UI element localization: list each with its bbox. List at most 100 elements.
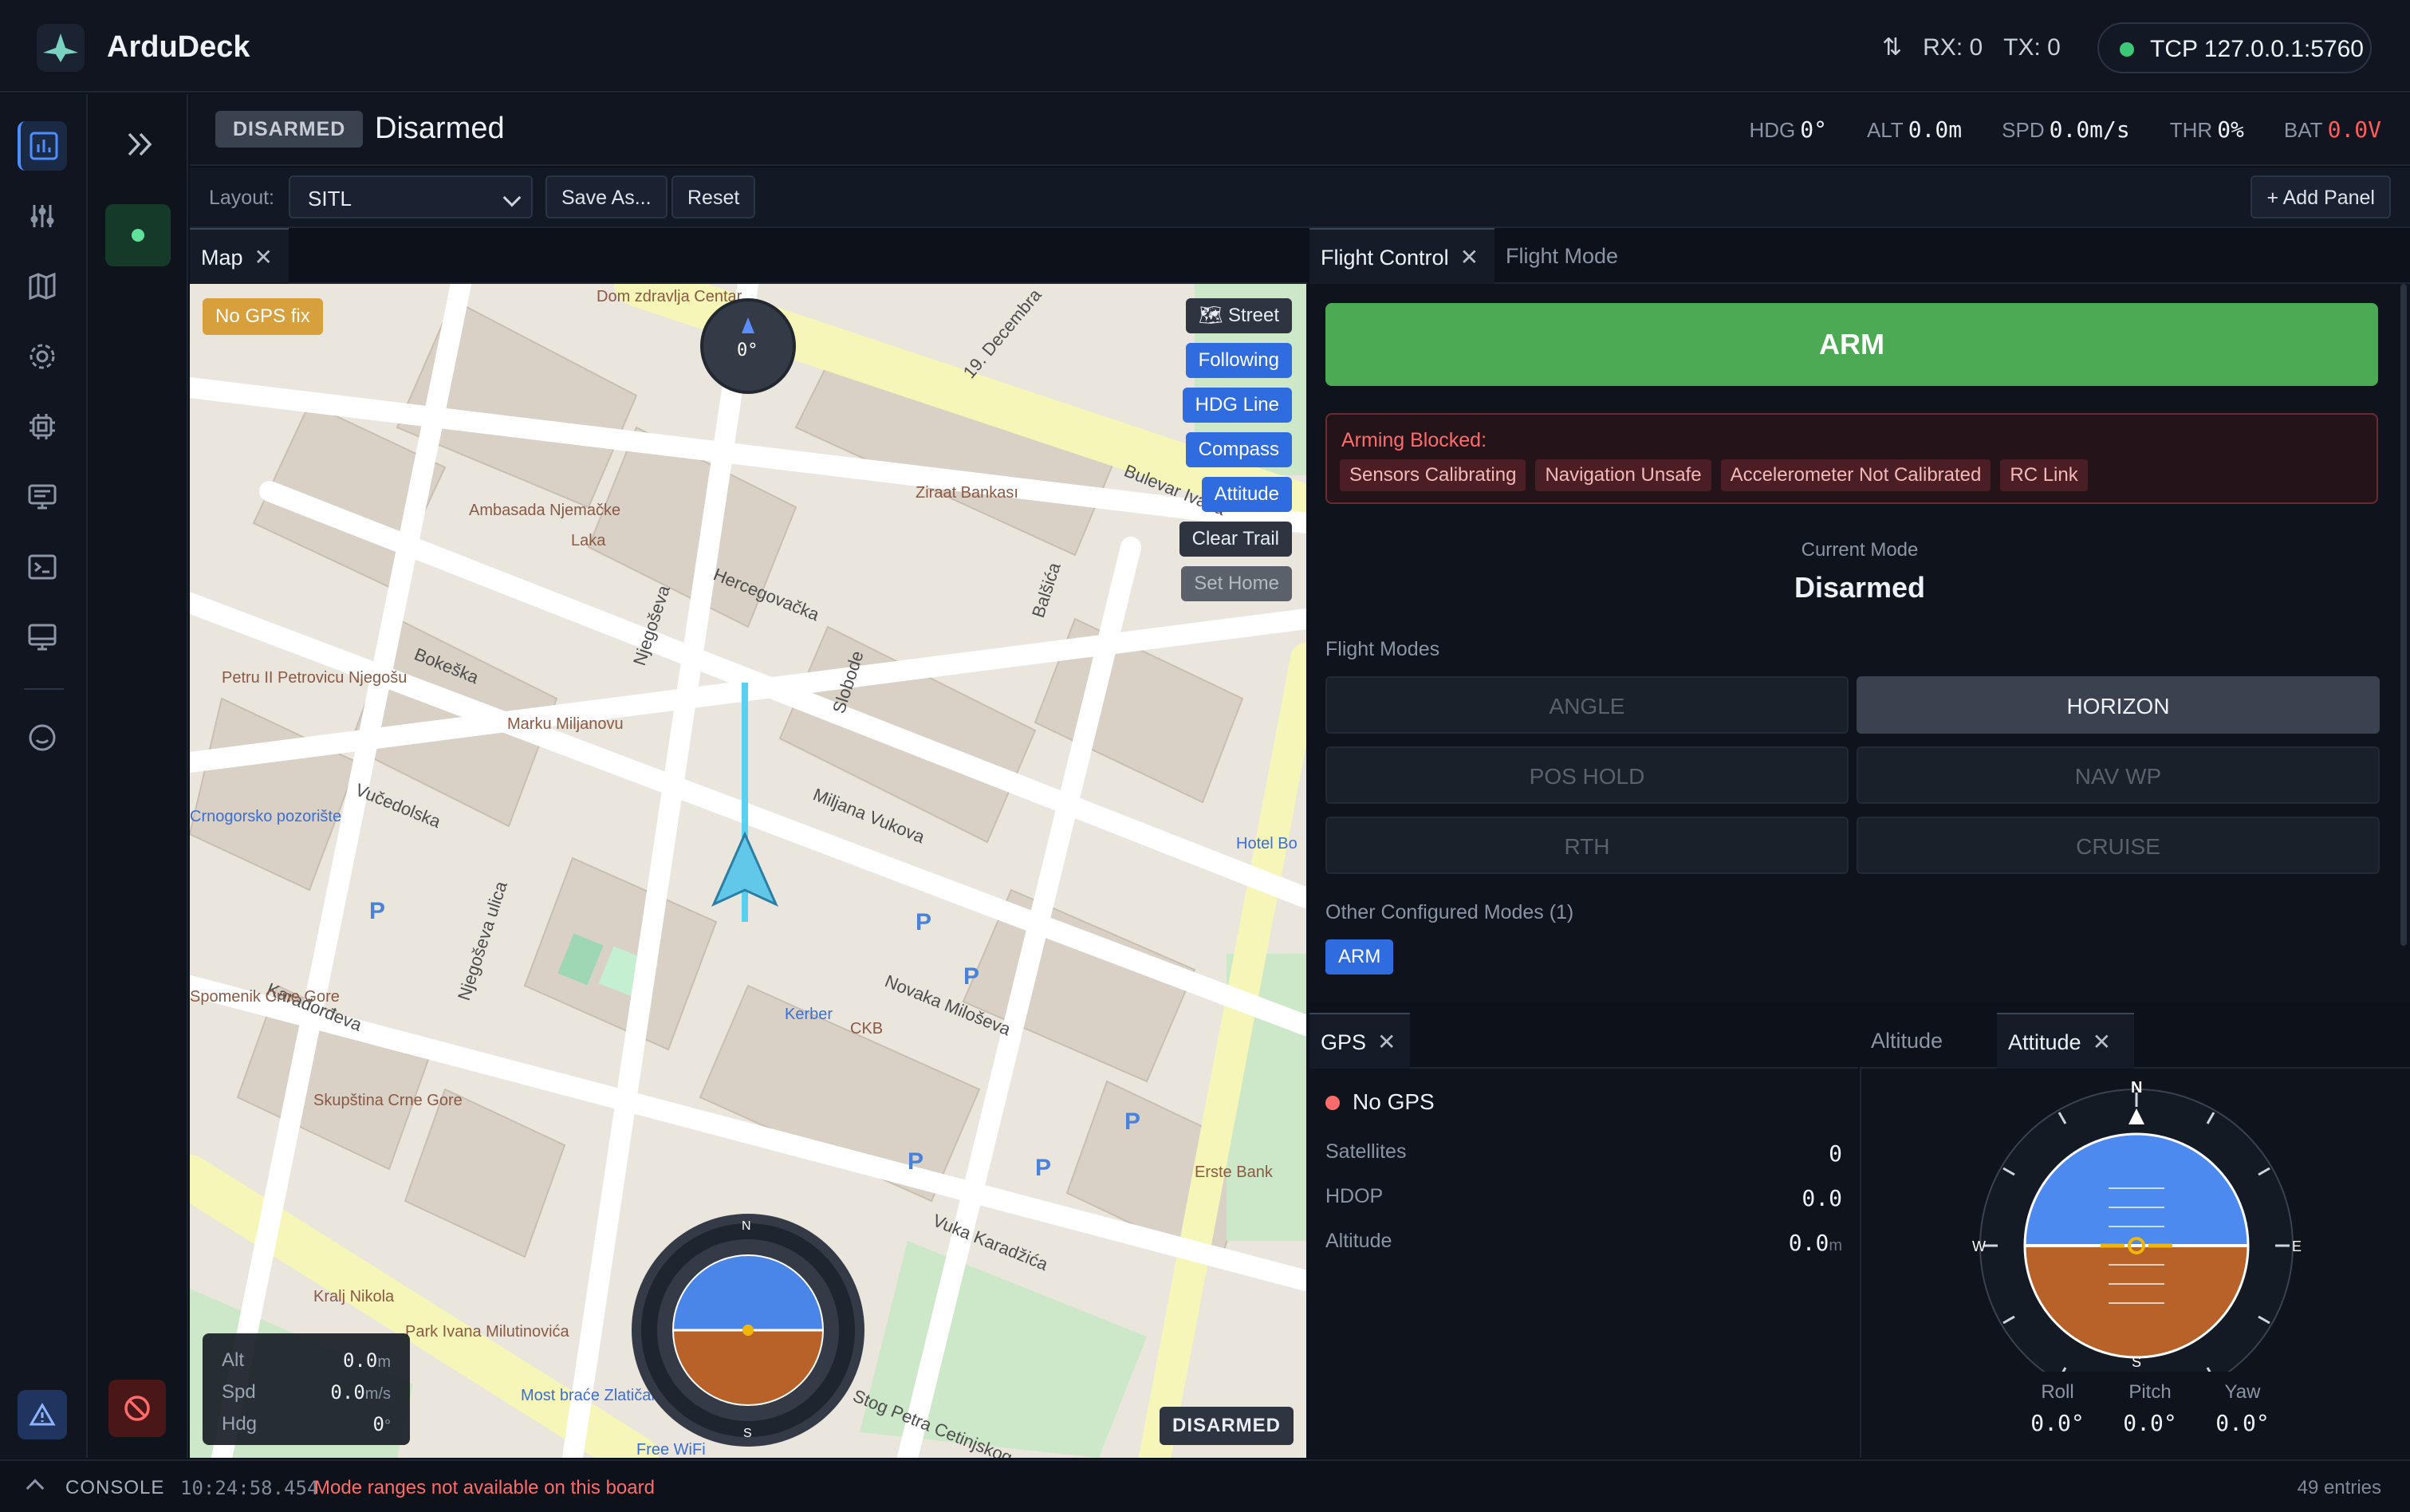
gear-icon[interactable] (18, 332, 67, 381)
tab-flight-mode[interactable]: Flight Mode (1494, 228, 1678, 284)
alt-stat: Alt 0.0m (222, 1349, 391, 1372)
set-home-button[interactable]: Set Home (1181, 566, 1292, 601)
scrollbar[interactable] (2400, 284, 2407, 946)
telemetry-readout: HDG 0° ALT 0.0m SPD 0.0m/s THR 0% BAT 0.0V (1749, 116, 2381, 143)
save-as-button[interactable]: Save As... (545, 175, 667, 219)
chevron-up-icon[interactable] (26, 1479, 45, 1498)
following-toggle[interactable]: Following (1185, 343, 1292, 378)
tab-map[interactable]: Map ✕ (190, 228, 289, 284)
svg-text:P: P (908, 1148, 923, 1175)
gps-altitude-row: Altitude 0.0m (1325, 1230, 1842, 1256)
svg-text:N: N (742, 1219, 751, 1233)
svg-text:S: S (743, 1427, 752, 1440)
layout-select[interactable]: SITL (289, 175, 533, 219)
map-icon[interactable] (18, 262, 67, 311)
street-map: Hercegovačka Bokeška Vučedolska Slobode … (190, 284, 1306, 1458)
close-icon[interactable]: ✕ (254, 245, 273, 270)
add-panel-button[interactable]: + Add Panel (2251, 175, 2391, 219)
mode-pos-hold-button[interactable]: POS HOLD (1325, 746, 1849, 804)
status-dot-icon (1325, 1096, 1340, 1110)
map-view[interactable]: Hercegovačka Bokeška Vučedolska Slobode … (190, 284, 1306, 1458)
svg-text:E: E (2292, 1238, 2302, 1254)
tab-gps[interactable]: GPS ✕ (1309, 1013, 1410, 1069)
dashboard-icon[interactable] (18, 121, 67, 171)
vehicle-status-button[interactable] (105, 204, 171, 266)
hdg-line-toggle[interactable]: HDG Line (1182, 388, 1292, 423)
console-message: Mode ranges not available on this board (314, 1477, 655, 1498)
tab-flight-control[interactable]: Flight Control ✕ (1309, 228, 1494, 284)
close-icon[interactable]: ✕ (1460, 245, 1479, 270)
console-bar[interactable]: CONSOLE 10:24:58.454 Mode ranges not ava… (0, 1459, 2410, 1512)
place-label: Petru II Petrovicu Njegošu (222, 669, 407, 687)
gps-status: No GPS (1325, 1089, 1435, 1115)
yaw-label: Yaw (2224, 1381, 2261, 1403)
svg-text:N: N (2131, 1079, 2142, 1097)
mode-horizon-button[interactable]: HORIZON (1857, 676, 2380, 734)
map-icon: 🗺 (1198, 305, 1228, 326)
place-label: Dom zdravlja Centar (597, 288, 742, 305)
layout-label: Layout: (209, 187, 275, 209)
place-label: Kerber (785, 1006, 833, 1023)
place-label: Hotel Bo (1236, 835, 1298, 852)
mode-nav-wp-button[interactable]: NAV WP (1857, 746, 2380, 804)
tab-map-label: Map (201, 246, 243, 270)
top-bar: ArduDeck ⇅ RX: 0 TX: 0 TCP 127.0.0.1:5760 (0, 0, 2410, 93)
layout-toolbar: Layout: SITL Save As... Reset + Add Pane… (190, 167, 2410, 228)
close-icon[interactable]: ✕ (1377, 1030, 1396, 1054)
place-label: Skupština Crne Gore (313, 1092, 463, 1109)
connection-label: TCP 127.0.0.1:5760 (2150, 36, 2364, 62)
disconnect-button[interactable] (108, 1380, 166, 1437)
sliders-icon[interactable] (18, 191, 67, 241)
blocker-chip: RC Link (2000, 459, 2088, 491)
compass-toggle[interactable]: Compass (1185, 432, 1292, 467)
hdg-readout: HDG 0° (1749, 116, 1827, 143)
chip-icon[interactable] (18, 402, 67, 451)
spd-stat: Spd 0.0m/s (222, 1380, 391, 1404)
street-layer-button[interactable]: 🗺 Street (1185, 298, 1292, 333)
display-icon[interactable] (18, 612, 67, 662)
close-icon[interactable]: ✕ (2093, 1030, 2111, 1054)
place-label: Free WiFi (636, 1441, 706, 1458)
alert-triangle-icon[interactable] (18, 1390, 67, 1439)
blocker-chip: Sensors Calibrating (1340, 459, 1526, 491)
console-label: CONSOLE (65, 1477, 165, 1498)
reset-button[interactable]: Reset (671, 175, 756, 219)
other-mode-arm-chip[interactable]: ARM (1325, 939, 1394, 975)
map-compass-value: 0° (737, 341, 758, 360)
flight-control-panel: ARM Arming Blocked: Sensors Calibrating … (1309, 284, 2410, 1003)
gps-panel: No GPS Satellites 0 HDOP 0.0 Altitude 0.0m (1309, 1069, 1858, 1458)
place-label: Laka (571, 532, 606, 549)
expand-chevron-icon[interactable] (121, 126, 158, 163)
layout-selected-value: SITL (308, 187, 352, 211)
blocker-chip: Navigation Unsafe (1535, 459, 1711, 491)
place-label: Ziraat Bankası (916, 484, 1018, 502)
tab-altitude[interactable]: Altitude (1860, 1013, 1997, 1069)
terminal-icon[interactable] (18, 542, 67, 592)
connection-status-button[interactable]: TCP 127.0.0.1:5760 (2097, 22, 2372, 73)
attitude-toggle[interactable]: Attitude (1201, 477, 1292, 512)
tab-gps-label: GPS (1321, 1030, 1367, 1054)
status-dot-icon (132, 229, 144, 242)
svg-text:P: P (369, 898, 385, 924)
place-label: Erste Bank (1195, 1164, 1274, 1181)
yaw-value: 0.0° (2215, 1410, 2270, 1436)
mode-rth-button[interactable]: RTH (1325, 817, 1849, 874)
tx-count: TX: 0 (2003, 34, 2061, 61)
gps-tab-bar: GPS ✕ (1309, 1013, 1858, 1069)
swap-icon: ⇅ (1882, 34, 1903, 61)
mode-angle-button[interactable]: ANGLE (1325, 676, 1849, 734)
tab-attitude[interactable]: Attitude ✕ (1997, 1013, 2134, 1069)
clear-trail-button[interactable]: Clear Trail (1179, 522, 1292, 557)
mode-cruise-button[interactable]: CRUISE (1857, 817, 2380, 874)
roll-value: 0.0° (2030, 1410, 2085, 1436)
alt-readout: ALT 0.0m (1866, 116, 1963, 143)
smiley-icon[interactable] (18, 713, 67, 762)
chevron-down-icon (502, 188, 522, 207)
hdg-stat: Hdg 0° (222, 1412, 391, 1435)
svg-text:P: P (916, 909, 931, 935)
tab-attitude-label: Attitude (2008, 1030, 2081, 1054)
rail-divider (24, 688, 64, 690)
monitor-icon[interactable] (18, 472, 67, 522)
arm-button[interactable]: ARM (1325, 303, 2378, 386)
no-gps-fix-chip: No GPS fix (203, 298, 323, 335)
